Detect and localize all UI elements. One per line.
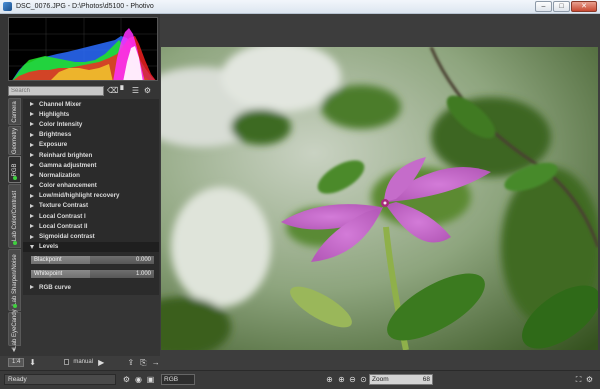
blackpoint-value: 0.000 [135,257,151,263]
expand-arrow-icon [30,224,34,229]
expand-arrow-icon [30,122,34,127]
filter-item[interactable]: Brightness [23,130,159,140]
close-button[interactable]: ✕ [571,1,597,12]
active-dot-icon [13,176,17,180]
tab-geometry[interactable]: Geometry [8,126,21,155]
status-text: Ready [4,374,116,385]
expand-arrow-icon [30,203,34,208]
settings-icon[interactable]: ⚙ [585,375,594,384]
color-mode-select[interactable]: RGB [161,374,195,385]
tab-lab-sharpen-noise[interactable]: Lab Sharpen/Noise [8,249,21,311]
tab-strip: Camera Geometry RGB Lab Color/Contrast L… [8,98,21,354]
bottom-toolbar: 1:4 ⬇ manual ▶ ⇪ ⎘ → [0,356,160,368]
filter-item[interactable]: Normalization [23,170,159,180]
image-preview[interactable] [161,47,598,350]
filter-item[interactable]: Texture Contrast [23,201,159,211]
search-input[interactable] [8,85,104,96]
active-dot-icon [13,304,17,308]
filter-item[interactable]: Gamma adjustment [23,160,159,170]
window-title: DSC_0076.JPG - D:\Photos\d5100 - Photivo [16,3,154,10]
filter-item[interactable]: Exposure [23,140,159,150]
filter-item-rgb-curve[interactable]: RGB curve [23,282,159,292]
expand-arrow-icon [30,163,34,168]
blackpoint-slider[interactable]: Blackpoint 0.000 [30,255,155,265]
expand-arrow-icon [30,102,34,107]
save-icon[interactable]: ⎘ [139,358,147,367]
title-bar: DSC_0076.JPG - D:\Photos\d5100 - Photivo… [0,0,600,14]
filter-item[interactable]: Low/mid/highlight recovery [23,191,159,201]
whitepoint-label: Whitepoint [34,271,63,277]
histogram[interactable] [8,17,158,81]
expand-arrow-icon [30,142,34,147]
tab-lab-color-contrast[interactable]: Lab Color/Contrast [8,184,21,248]
minimize-button[interactable]: – [535,1,552,12]
manual-label: manual [73,359,94,365]
expand-arrow-icon [30,234,34,239]
zoom-fit-icon[interactable]: ⊕ [325,375,334,384]
search-row: ⌫ ▘ ☰ ⚙ [8,85,158,96]
filter-item[interactable]: Local Contrast II [23,221,159,231]
left-panel: ⌫ ▘ ☰ ⚙ Camera Geometry RGB Lab Color/Co… [0,14,160,356]
whitepoint-value: 1.000 [135,271,151,277]
settings-icon[interactable]: ⚙ [143,86,152,95]
photo-canvas [161,47,598,350]
filter-item[interactable]: Color enhancement [23,181,159,191]
zoom-100-icon[interactable]: ⊙ [359,375,368,384]
expand-arrow-icon [30,132,34,137]
filter-item-levels[interactable]: Levels [23,241,159,252]
list-view-icon[interactable]: ☰ [131,86,140,95]
arrow-right-icon[interactable]: → [152,358,160,367]
expand-arrow-icon [30,285,34,289]
whitepoint-slider[interactable]: Whitepoint 1.000 [30,269,155,279]
filter-item[interactable]: Local Contrast I [23,211,159,221]
tab-lab-eyecandy[interactable]: Lab EyeCandy [8,309,21,349]
expand-arrow-icon [30,153,34,158]
filter-list: Channel Mixer Highlights Color Intensity… [23,99,159,295]
color-picker-icon[interactable]: ▣ [146,375,155,384]
scale-button[interactable]: 1:4 [8,357,25,367]
filter-item[interactable]: Reinhard brighten [23,150,159,160]
manual-checkbox[interactable] [63,359,70,365]
expand-arrow-icon [30,112,34,117]
download-icon[interactable]: ⬇ [28,358,36,367]
filter-item[interactable]: Sigmoidal contrast [23,231,159,241]
expand-arrow-icon [30,173,34,178]
clear-search-icon[interactable]: ⌫ [107,86,118,95]
zoom-value: 68 [422,376,430,383]
maximize-button[interactable]: □ [553,1,570,12]
tab-camera[interactable]: Camera [8,98,21,125]
tab-scroll-down-icon[interactable]: ▼ [11,348,17,354]
status-bar: Ready ⚙ ◉ ▣ RGB ⊕ ⊕ ⊖ ⊙ Zoom 68 ⛶ ⚙ [0,370,600,389]
tab-rgb[interactable]: RGB [8,156,21,183]
filter-item[interactable]: Channel Mixer [23,99,159,109]
zoom-label: Zoom [372,376,389,383]
fullscreen-icon[interactable]: ⛶ [574,375,583,384]
zoom-in-icon[interactable]: ⊕ [337,375,346,384]
play-icon[interactable]: ▶ [97,358,105,367]
pin-icon[interactable]: ▘ [119,86,128,95]
app-icon [3,2,12,11]
zoom-out-icon[interactable]: ⊖ [348,375,357,384]
blackpoint-label: Blackpoint [34,257,62,263]
filter-item[interactable]: Highlights [23,109,159,119]
expand-arrow-icon [30,193,34,198]
collapse-arrow-icon [30,244,34,249]
zoom-field[interactable]: Zoom 68 [369,374,433,385]
eye-icon[interactable]: ◉ [134,375,143,384]
active-dot-icon [13,241,17,245]
export-icon[interactable]: ⇪ [127,358,135,367]
main-window: ⌫ ▘ ☰ ⚙ Camera Geometry RGB Lab Color/Co… [0,14,600,389]
expand-arrow-icon [30,183,34,188]
expand-arrow-icon [30,214,34,219]
gear-icon[interactable]: ⚙ [122,375,131,384]
histogram-graph [9,18,157,80]
filter-item[interactable]: Color Intensity [23,119,159,129]
